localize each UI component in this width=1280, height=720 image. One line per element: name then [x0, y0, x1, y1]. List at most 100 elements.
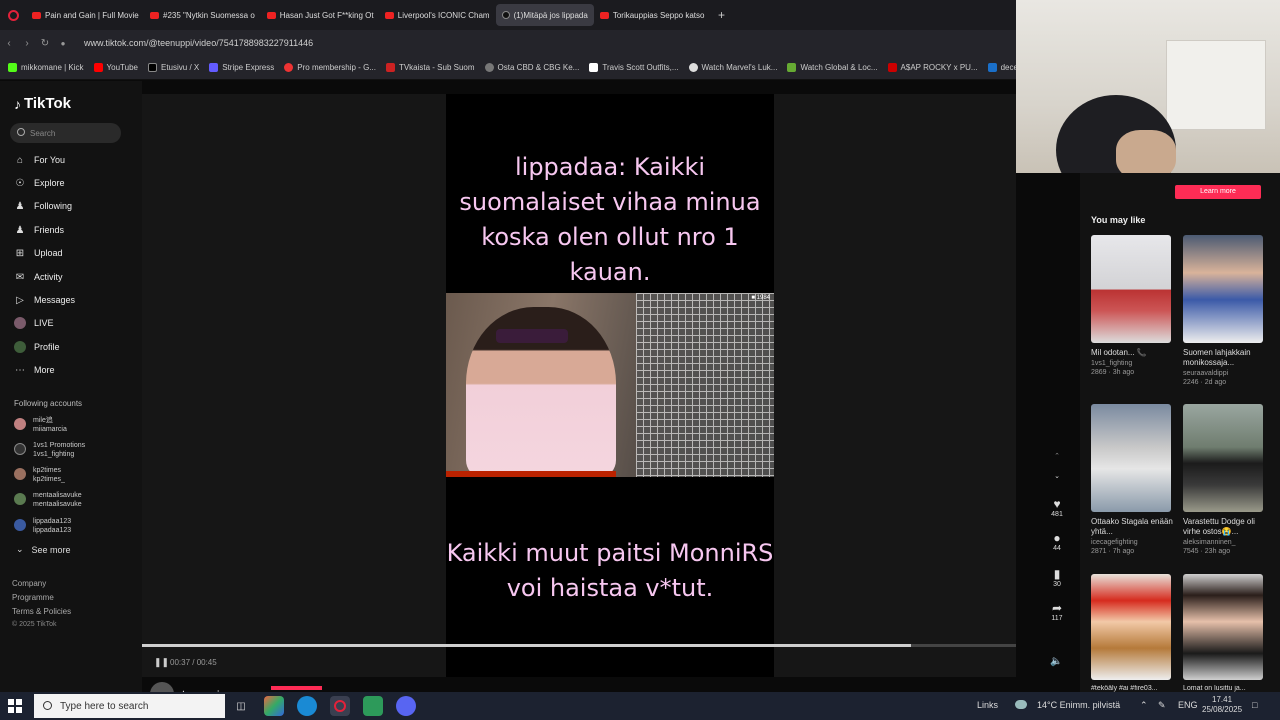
bookmark-label: A$AP ROCKY x PU...: [900, 63, 978, 72]
browser-tab[interactable]: Liverpool's ICONIC Cham: [379, 4, 496, 26]
bookmark[interactable]: mikkomane | Kick: [8, 63, 84, 72]
nav-label: More: [34, 365, 55, 375]
recommended-title[interactable]: Lomat on lusittu ja...: [1183, 685, 1269, 692]
nav-messages[interactable]: ▷ Messages: [14, 292, 75, 308]
tray-chevron-icon[interactable]: ⌃: [1140, 700, 1148, 711]
bookmark[interactable]: YouTube: [93, 63, 138, 72]
windows-start-icon[interactable]: [8, 699, 22, 713]
nav-friends[interactable]: ♟ Friends: [14, 222, 65, 238]
following-account[interactable]: 1vs1 Promotions 1vs1_fighting: [14, 441, 85, 459]
following-account[interactable]: mile追 miiamarcia: [14, 416, 67, 434]
account-name: 1vs1 Promotions: [33, 442, 86, 449]
bookmark[interactable]: deceived: [987, 63, 1016, 72]
browser-tab[interactable]: Pain and Gain | Full Movie: [26, 4, 144, 26]
previous-video-icon[interactable]: ⌃: [1046, 452, 1068, 460]
recommended-title[interactable]: #teköäly #ai #fire03...: [1091, 685, 1177, 692]
bookmark-label: YouTube: [106, 63, 138, 72]
nav-upload[interactable]: ⊞ Upload: [14, 245, 63, 261]
share-action[interactable]: ➦ 117: [1046, 601, 1068, 622]
links-toolbar[interactable]: Links: [977, 700, 998, 710]
recommended-thumbnail[interactable]: [1091, 404, 1171, 512]
footer-company[interactable]: Company: [12, 579, 46, 588]
follow-button[interactable]: [271, 686, 322, 690]
nav-more[interactable]: ⋯ More: [14, 362, 55, 378]
tv-icon: [787, 63, 797, 72]
task-view-icon[interactable]: ◫: [231, 696, 251, 716]
opera-menu-icon[interactable]: [0, 0, 26, 30]
browser-tab-active[interactable]: (1)Mitäpä jos lippada: [495, 4, 594, 26]
language-indicator[interactable]: ENG: [1178, 700, 1198, 710]
back-icon[interactable]: ‹: [0, 38, 18, 49]
notifications-icon[interactable]: □: [1252, 700, 1257, 710]
footer-programme[interactable]: Programme: [12, 593, 54, 602]
search-input[interactable]: Search: [10, 123, 121, 143]
like-action[interactable]: ♥ 481: [1046, 497, 1068, 518]
video-progress-bar[interactable]: [142, 644, 1016, 647]
copilot-icon[interactable]: [264, 696, 284, 716]
pen-icon[interactable]: ✎: [1158, 700, 1166, 711]
following-accounts-title: Following accounts: [14, 399, 83, 408]
taskbar-search-input[interactable]: Type here to search: [34, 694, 225, 718]
bookmark[interactable]: Pro membership - G...: [284, 63, 376, 72]
nav-explore[interactable]: ☉ Explore: [14, 175, 65, 191]
recommended-thumbnail[interactable]: [1091, 574, 1171, 680]
bookmark[interactable]: Osta CBD & CBG Ke...: [484, 63, 579, 72]
url-field[interactable]: www.tiktok.com/@teenuppi/video/754178898…: [84, 38, 313, 48]
see-more-button[interactable]: ⌄ See more: [16, 544, 71, 555]
chevron-down-icon: ⌄: [16, 544, 24, 554]
recommended-meta: 2246 · 2d ago: [1183, 379, 1227, 386]
browser-tab[interactable]: #235 "Nytkin Suomessa o: [144, 4, 261, 26]
pause-icon[interactable]: ❚❚: [154, 657, 169, 668]
tab-label: Hasan Just Got F**king Ot: [279, 10, 374, 20]
tab-label: (1)Mitäpä jos lippada: [513, 10, 588, 20]
upload-icon: ⊞: [15, 247, 25, 259]
discord-icon[interactable]: [396, 696, 416, 716]
footer-terms[interactable]: Terms & Policies: [12, 607, 71, 616]
recommended-thumbnail[interactable]: [1091, 235, 1171, 343]
browser-tab[interactable]: Torikauppias Seppo katso: [594, 4, 711, 26]
bookmark[interactable]: Etusivu / X: [147, 63, 199, 72]
nav-activity[interactable]: ✉ Activity: [14, 269, 63, 285]
recommended-title[interactable]: Suomen lahjakkain monikossaja...: [1183, 348, 1269, 368]
recommended-thumbnail[interactable]: [1183, 574, 1263, 680]
following-account[interactable]: lippadaa123 lippadaa123: [14, 517, 71, 535]
bookmark[interactable]: Stripe Express: [209, 63, 274, 72]
bookmark-action[interactable]: ▮ 30: [1046, 567, 1068, 588]
bookmark[interactable]: Watch Marvel's Luk...: [688, 63, 777, 72]
recommended-title[interactable]: Varastettu Dodge oli virhe ostos😭...: [1183, 517, 1269, 537]
nav-for-you[interactable]: ⌂ For You: [14, 152, 65, 168]
bookmark-label: TVkaista - Sub Suom: [398, 63, 475, 72]
clock[interactable]: 17.41 25/08/2025: [1202, 695, 1242, 715]
opera-taskbar-icon[interactable]: [330, 696, 350, 716]
reload-icon[interactable]: ↻: [36, 38, 54, 49]
nav-profile[interactable]: Profile: [14, 339, 60, 355]
comment-action[interactable]: ● 44: [1046, 531, 1068, 552]
bookmark[interactable]: Watch Global & Loc...: [787, 63, 878, 72]
weather-text[interactable]: 14°C Enimm. pilvistä: [1037, 700, 1120, 710]
new-tab-button[interactable]: +: [710, 8, 732, 22]
recommended-thumbnail[interactable]: [1183, 404, 1263, 512]
recommended-thumbnail[interactable]: [1183, 235, 1263, 343]
bookmark[interactable]: TVkaista - Sub Suom: [385, 63, 475, 72]
recommended-title[interactable]: Mil odotan... 📞: [1091, 348, 1177, 358]
learn-more-button[interactable]: Learn more: [1175, 185, 1261, 199]
lock-icon[interactable]: ●: [54, 39, 72, 48]
following-account[interactable]: kp2times kp2times_: [14, 466, 65, 484]
nav-following[interactable]: ♟ Following: [14, 198, 73, 214]
following-account[interactable]: mentaalisavuke mentaalisavuke: [14, 491, 82, 509]
edge-icon[interactable]: [297, 696, 317, 716]
recommended-title[interactable]: Ottaako Stagala enään yhtä...: [1091, 517, 1177, 537]
bookmark[interactable]: Travis Scott Outfits,...: [589, 63, 679, 72]
video-player[interactable]: lippadaa: Kaikki suomalaiset vihaa minua…: [446, 94, 774, 677]
bookmark[interactable]: A$AP ROCKY x PU...: [887, 63, 978, 72]
app-icon[interactable]: [363, 696, 383, 716]
volume-icon[interactable]: 🔈: [1050, 656, 1062, 667]
next-video-icon[interactable]: ⌄: [1046, 472, 1068, 480]
tiktok-logo[interactable]: ♪ TikTok: [14, 95, 71, 112]
like-count: 481: [1051, 511, 1063, 518]
bookmark-label: Watch Global & Loc...: [800, 63, 878, 72]
clock-date: 25/08/2025: [1202, 705, 1243, 714]
forward-icon[interactable]: ›: [18, 38, 36, 49]
nav-live[interactable]: LIVE: [14, 315, 54, 331]
browser-tab[interactable]: Hasan Just Got F**king Ot: [261, 4, 379, 26]
